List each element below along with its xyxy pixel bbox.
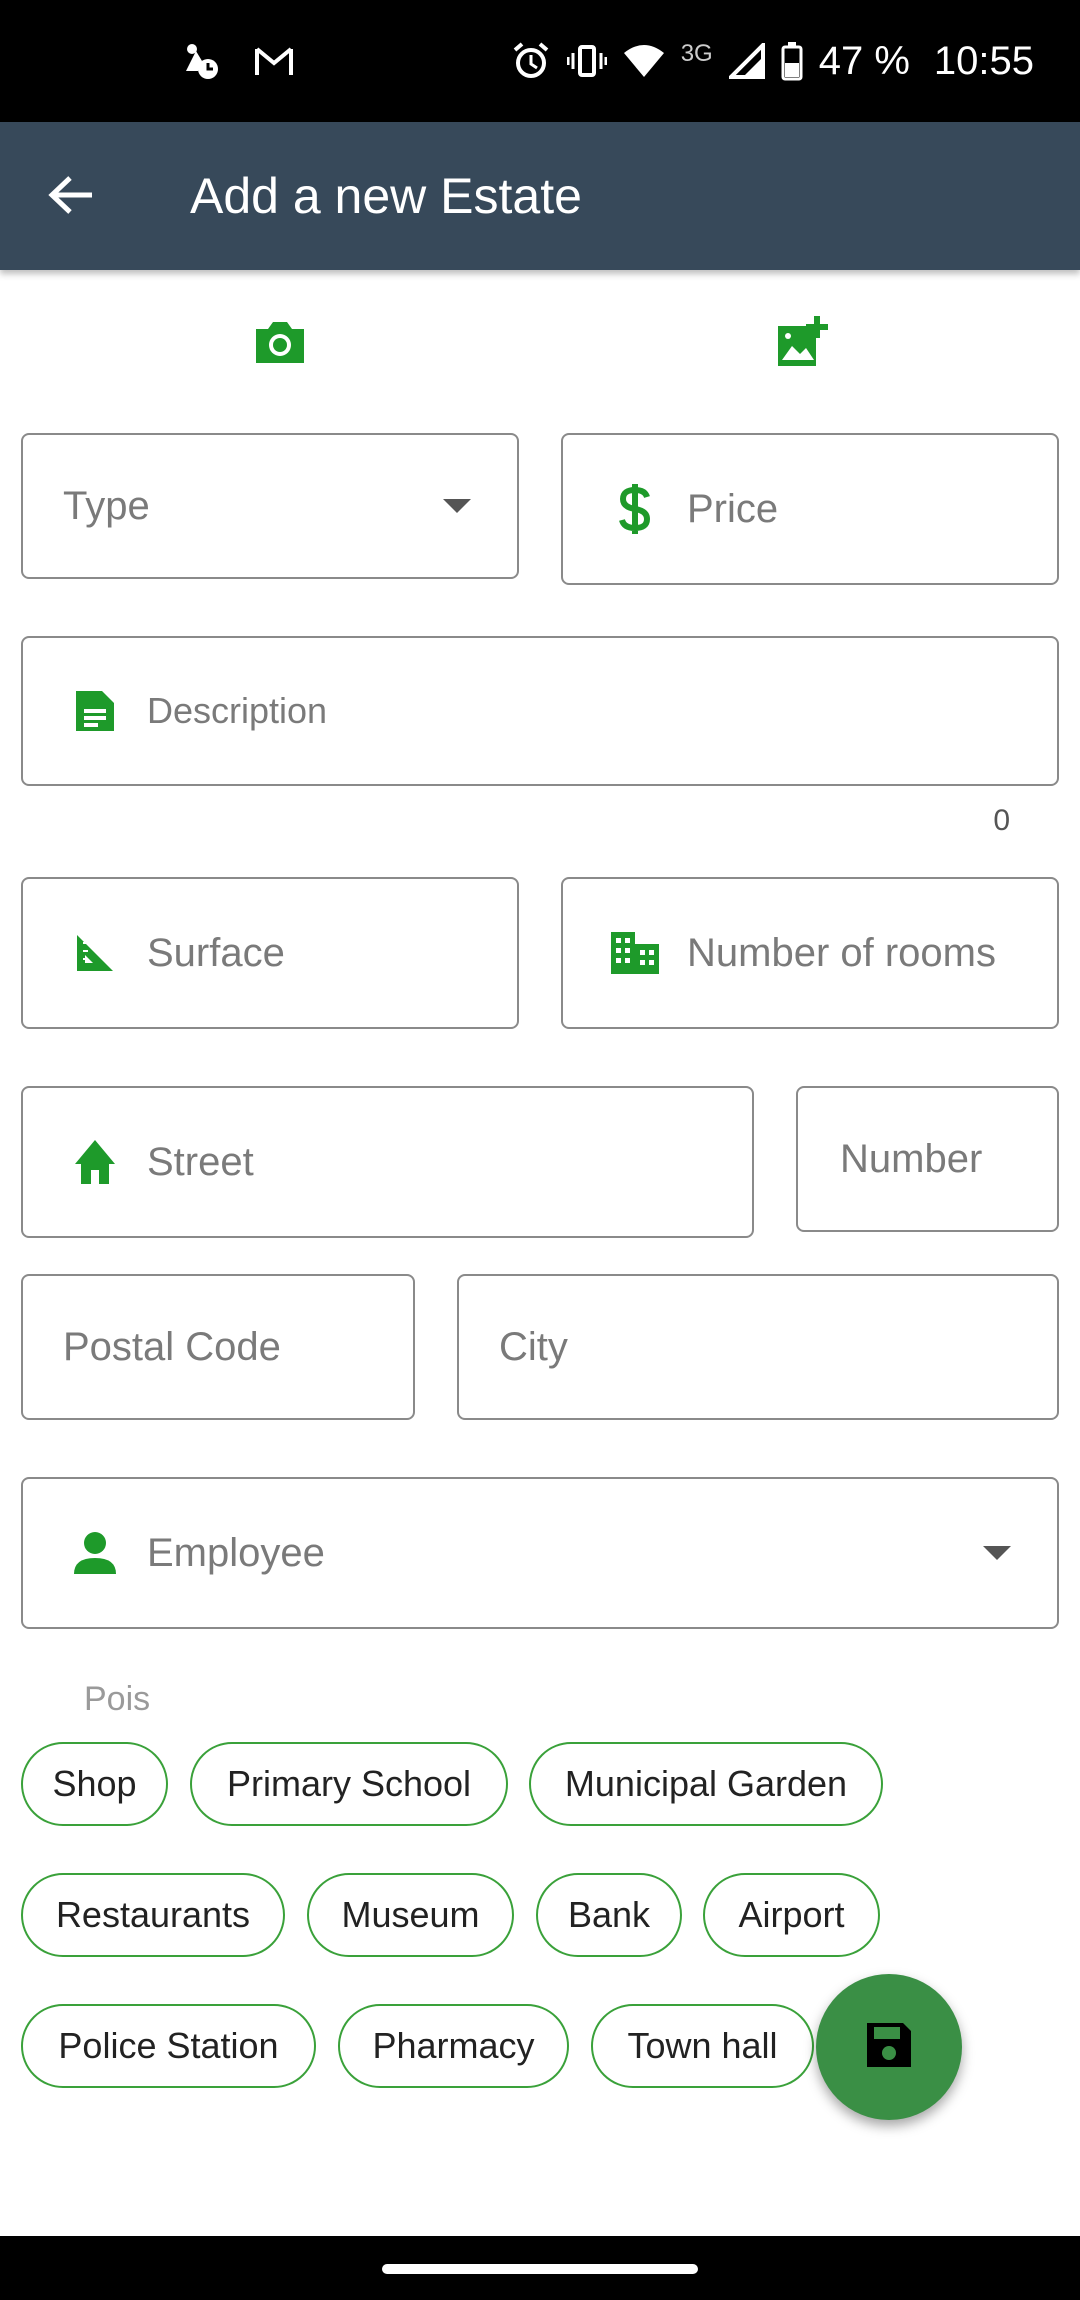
document-icon bbox=[69, 685, 121, 737]
signal-icon bbox=[728, 43, 765, 79]
ruler-square-icon bbox=[69, 927, 121, 979]
city-placeholder: City bbox=[499, 1324, 568, 1369]
pois-label: Pois bbox=[84, 1680, 151, 1718]
battery-percent: 47 % bbox=[818, 38, 910, 83]
building-icon bbox=[609, 927, 661, 979]
home-icon bbox=[69, 1136, 121, 1188]
dollar-icon bbox=[609, 483, 661, 535]
camera-icon bbox=[252, 317, 308, 372]
street-field[interactable]: Street bbox=[21, 1086, 754, 1238]
city-field[interactable]: City bbox=[457, 1274, 1059, 1420]
chip-pharmacy[interactable]: Pharmacy bbox=[338, 2004, 569, 2088]
add-photo-icon bbox=[774, 314, 830, 375]
type-dropdown[interactable]: Type bbox=[21, 433, 519, 579]
status-left bbox=[178, 0, 294, 122]
gmail-icon bbox=[254, 45, 294, 77]
page-title: Add a new Estate bbox=[190, 168, 582, 224]
street-number-field[interactable]: Number bbox=[796, 1086, 1059, 1232]
battery-icon bbox=[781, 41, 803, 81]
rooms-field[interactable]: Number of rooms bbox=[561, 877, 1059, 1029]
postal-code-field[interactable]: Postal Code bbox=[21, 1274, 415, 1420]
description-counter: 0 bbox=[993, 804, 1010, 837]
chip-police-station[interactable]: Police Station bbox=[21, 2004, 316, 2088]
surface-placeholder: Surface bbox=[147, 930, 285, 975]
take-photo-button[interactable] bbox=[248, 312, 312, 376]
status-bar: 3G 47 % 10:55 bbox=[0, 0, 1080, 122]
person-icon bbox=[69, 1527, 121, 1579]
status-right: 3G 47 % 10:55 bbox=[511, 0, 1034, 122]
alarm-icon bbox=[511, 41, 551, 81]
chip-town-hall[interactable]: Town hall bbox=[591, 2004, 814, 2088]
price-placeholder: Price bbox=[687, 486, 779, 531]
type-placeholder: Type bbox=[63, 483, 150, 528]
chip-municipal-garden[interactable]: Municipal Garden bbox=[529, 1742, 883, 1826]
vibrate-icon bbox=[566, 41, 607, 81]
surface-field[interactable]: Surface bbox=[21, 877, 519, 1029]
wifi-icon bbox=[623, 43, 665, 79]
dropdown-arrow-icon bbox=[443, 499, 471, 513]
dropdown-arrow-icon bbox=[983, 1546, 1011, 1560]
rooms-placeholder: Number of rooms bbox=[687, 930, 996, 975]
back-button[interactable] bbox=[36, 162, 106, 232]
add-from-gallery-button[interactable] bbox=[770, 312, 834, 376]
chip-museum[interactable]: Museum bbox=[307, 1873, 514, 1957]
chip-restaurants[interactable]: Restaurants bbox=[21, 1873, 285, 1957]
home-indicator[interactable] bbox=[382, 2264, 698, 2274]
postal-code-placeholder: Postal Code bbox=[63, 1324, 281, 1369]
alarm-off-icon bbox=[178, 41, 224, 81]
chip-airport[interactable]: Airport bbox=[703, 1873, 880, 1957]
description-placeholder: Description bbox=[147, 690, 328, 731]
chip-primary-school[interactable]: Primary School bbox=[190, 1742, 508, 1826]
price-field[interactable]: Price bbox=[561, 433, 1059, 585]
clock: 10:55 bbox=[933, 38, 1034, 83]
employee-placeholder: Employee bbox=[147, 1530, 325, 1575]
street-placeholder: Street bbox=[147, 1139, 254, 1184]
chip-shop[interactable]: Shop bbox=[21, 1742, 168, 1826]
save-button[interactable] bbox=[816, 1974, 962, 2120]
network-label: 3G bbox=[680, 40, 713, 67]
arrow-left-icon bbox=[48, 175, 94, 220]
description-field[interactable]: Description bbox=[21, 636, 1059, 786]
app-bar: Add a new Estate bbox=[0, 122, 1080, 270]
employee-dropdown[interactable]: Employee bbox=[21, 1477, 1059, 1629]
chip-bank[interactable]: Bank bbox=[536, 1873, 682, 1957]
number-placeholder: Number bbox=[840, 1136, 983, 1181]
floppy-disk-icon bbox=[863, 2019, 915, 2076]
